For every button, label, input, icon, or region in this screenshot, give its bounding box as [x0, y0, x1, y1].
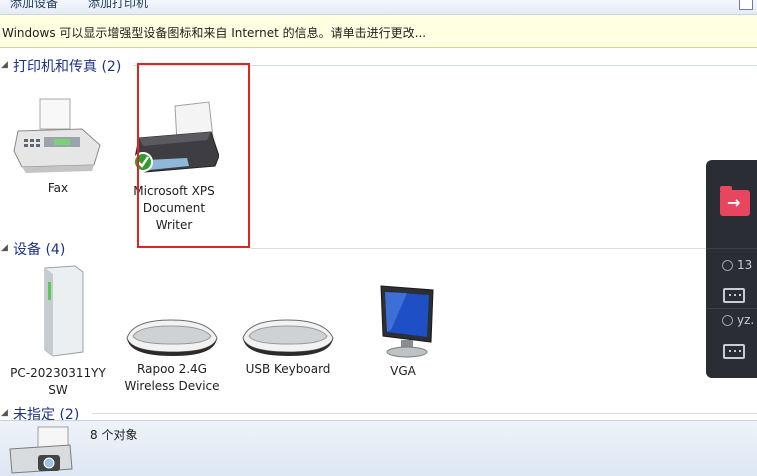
- device-label-text: PC-20230311YY SW: [10, 366, 106, 397]
- device-label: PC-20230311YY SW: [8, 365, 108, 399]
- info-bar[interactable]: Windows 可以显示增强型设备图标和来自 Internet 的信息。请单击进…: [0, 15, 757, 48]
- view-options-icon[interactable]: [739, 0, 753, 10]
- group-header-devices[interactable]: ◢ 设备 (4): [0, 238, 757, 258]
- chat-icon[interactable]: [723, 288, 745, 303]
- device-item-rapoo[interactable]: Rapoo 2.4G Wireless Device: [122, 316, 222, 395]
- panel-user-2[interactable]: yz.: [722, 313, 754, 327]
- fax-icon: [13, 98, 101, 173]
- collapse-arrow-icon[interactable]: ◢: [1, 60, 8, 70]
- device-label: USB Keyboard: [245, 362, 331, 376]
- user-icon: [722, 315, 733, 326]
- panel-user-1-label: 13: [737, 258, 753, 272]
- device-item-fax[interactable]: Fax: [8, 95, 108, 197]
- add-printer-button[interactable]: 添加打印机: [88, 0, 148, 11]
- device-label: Rapoo 2.4G Wireless Device: [122, 361, 222, 395]
- panel-user-1[interactable]: 13: [722, 258, 752, 272]
- group-divider: [251, 248, 757, 249]
- monitor-icon: [380, 285, 434, 358]
- object-count: 8 个对象: [90, 428, 138, 442]
- device-item-usb-keyboard[interactable]: USB Keyboard: [238, 316, 338, 378]
- floating-side-panel[interactable]: → 13 yz.: [706, 160, 757, 378]
- add-device-button[interactable]: 添加设备: [10, 0, 58, 11]
- device-item-pc[interactable]: PC-20230311YY SW: [8, 264, 108, 399]
- panel-user-2-label: yz.: [737, 313, 755, 327]
- devices-printers-icon: [9, 426, 73, 474]
- selection-highlight: [137, 63, 250, 248]
- keyboard-icon: [126, 319, 218, 356]
- computer-tower-icon: [44, 265, 84, 357]
- group-header-printers[interactable]: ◢ 打印机和传真 (2): [0, 55, 757, 75]
- chat-icon[interactable]: [723, 344, 745, 359]
- device-item-vga[interactable]: VGA: [353, 284, 453, 380]
- group-title-devices: 设备 (4): [13, 242, 66, 258]
- device-label: VGA: [390, 364, 416, 378]
- collapse-arrow-icon[interactable]: ◢: [1, 243, 8, 253]
- group-divider: [92, 413, 757, 414]
- panel-divider: [706, 248, 757, 249]
- user-icon: [722, 260, 733, 271]
- info-bar-message: Windows 可以显示增强型设备图标和来自 Internet 的信息。请单击进…: [2, 26, 427, 40]
- details-pane: 8 个对象: [0, 420, 757, 476]
- command-bar: 添加设备 添加打印机: [0, 0, 757, 15]
- device-label: Fax: [47, 181, 69, 195]
- panel-divider: [706, 308, 757, 309]
- group-title-printers: 打印机和传真 (2): [13, 59, 122, 75]
- collapse-arrow-icon[interactable]: ◢: [1, 408, 8, 418]
- folder-transfer-icon[interactable]: →: [720, 186, 750, 216]
- device-label-text: Rapoo 2.4G Wireless Device: [124, 362, 220, 393]
- keyboard-icon: [242, 319, 334, 356]
